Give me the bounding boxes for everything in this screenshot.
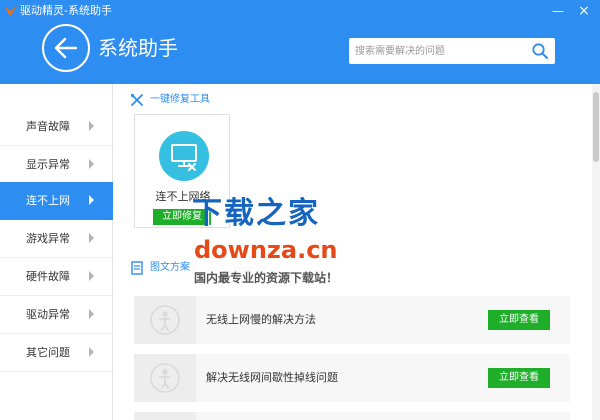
watermark-line-3: 国内最专业的资源下载站！	[194, 271, 339, 285]
sidebar-item-label: 声音故障	[26, 120, 70, 133]
articles-section-title: 图文方案	[150, 262, 190, 273]
page-title: 系统助手	[98, 36, 178, 60]
document-icon	[131, 261, 143, 275]
tools-icon	[130, 93, 143, 106]
chevron-right-icon	[89, 121, 94, 131]
app-logo-icon	[5, 6, 17, 16]
sidebar-item-label: 游戏异常	[26, 232, 70, 245]
article-title: 无线上网慢的解决方法	[206, 313, 316, 326]
sidebar-item-other[interactable]: 其它问题	[0, 334, 113, 372]
back-arrow-icon	[54, 37, 78, 59]
watermark: 下载之家 downza.cn 国内最专业的资源下载站！	[188, 196, 388, 292]
sidebar-item-driver[interactable]: 驱动异常	[0, 296, 113, 334]
sidebar-item-label: 显示异常	[26, 158, 70, 171]
article-thumbnail	[134, 412, 196, 420]
network-repair-icon	[159, 131, 209, 181]
search-box	[349, 38, 555, 64]
chevron-right-icon	[89, 347, 94, 357]
search-input[interactable]	[349, 38, 527, 64]
article-thumbnail	[134, 296, 196, 344]
sidebar-item-display[interactable]: 显示异常	[0, 146, 113, 184]
chevron-right-icon	[89, 271, 94, 281]
article-row[interactable]: 解决无线网间歇性掉线问题 立即查看	[134, 354, 570, 402]
sidebar-item-sound[interactable]: 声音故障	[0, 108, 113, 146]
sidebar-item-label: 驱动异常	[26, 308, 70, 321]
repair-section-title: 一键修复工具	[150, 94, 210, 105]
chevron-right-icon	[89, 195, 94, 205]
view-now-button[interactable]: 立即查看	[488, 368, 550, 388]
sidebar-item-label: 连不上网	[26, 194, 70, 207]
scrollbar-thumb[interactable]	[593, 92, 599, 162]
sidebar-item-network[interactable]: 连不上网	[0, 182, 113, 220]
placeholder-person-icon	[150, 363, 180, 393]
article-title: 解决无线网间歇性掉线问题	[206, 371, 338, 384]
back-button[interactable]	[42, 24, 90, 72]
search-icon[interactable]	[531, 42, 549, 60]
chevron-right-icon	[89, 233, 94, 243]
scrollbar[interactable]	[592, 84, 600, 420]
sidebar: 声音故障 显示异常 连不上网 游戏异常 硬件故障 驱动异常 其它问题	[0, 84, 113, 420]
view-now-button[interactable]: 立即查看	[488, 310, 550, 330]
chevron-right-icon	[89, 159, 94, 169]
close-button[interactable]: ×	[574, 2, 594, 20]
sidebar-item-hardware[interactable]: 硬件故障	[0, 258, 113, 296]
article-row[interactable]	[134, 412, 570, 420]
watermark-line-2: downza.cn	[194, 236, 338, 264]
chevron-right-icon	[89, 309, 94, 319]
article-thumbnail	[134, 354, 196, 402]
watermark-line-1: 下载之家	[192, 196, 320, 231]
window-title: 驱动精灵-系统助手	[20, 4, 112, 17]
header-bar: 驱动精灵-系统助手 — × 系统助手	[0, 0, 600, 84]
sidebar-item-label: 硬件故障	[26, 270, 70, 283]
sidebar-item-label: 其它问题	[26, 346, 70, 359]
title-bar[interactable]: 驱动精灵-系统助手 — ×	[0, 0, 600, 22]
minimize-button[interactable]: —	[548, 2, 568, 20]
sidebar-item-game[interactable]: 游戏异常	[0, 220, 113, 258]
article-row[interactable]: 无线上网慢的解决方法 立即查看	[134, 296, 570, 344]
placeholder-person-icon	[150, 305, 180, 335]
